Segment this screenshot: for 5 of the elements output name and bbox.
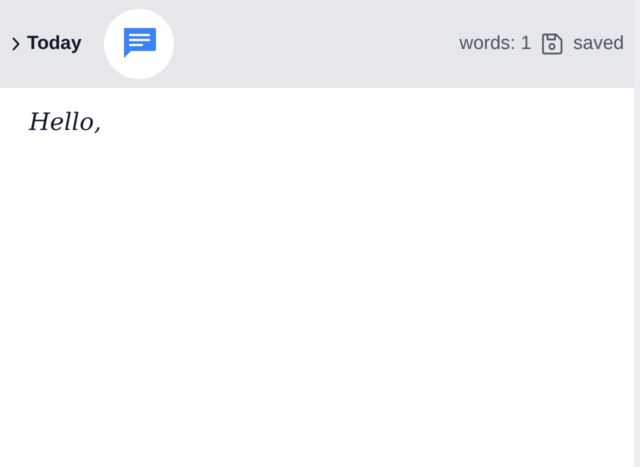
editor-text[interactable]: Hello, bbox=[29, 108, 102, 136]
date-title[interactable]: Today bbox=[27, 33, 82, 55]
word-count: words: 1 bbox=[459, 33, 532, 55]
save-status: saved bbox=[573, 33, 624, 55]
chevron-icon[interactable] bbox=[12, 37, 20, 51]
